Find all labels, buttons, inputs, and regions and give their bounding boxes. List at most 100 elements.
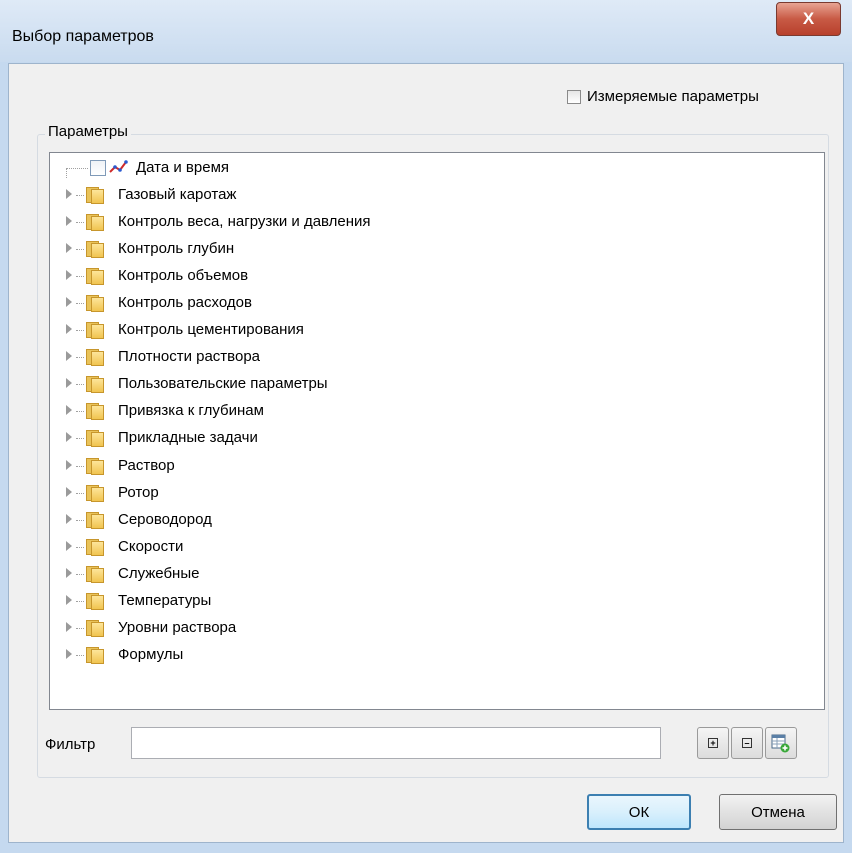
tree-folder-label: Скорости [118,537,184,555]
folder-icon [86,484,104,502]
expand-arrow-icon[interactable] [66,297,72,308]
date-time-checkbox[interactable] [90,160,106,176]
tree-folder-item[interactable]: Пользовательские параметры [50,373,650,395]
tree-folder-label: Температуры [118,591,212,609]
expand-arrow-icon[interactable] [66,243,72,254]
tree-folder-item[interactable]: Контроль веса, нагрузки и давления [50,211,650,233]
close-button[interactable]: X [776,2,841,36]
tree-folder-item[interactable]: Контроль глубин [50,238,650,260]
measured-params-option[interactable]: Измеряемые параметры [567,88,759,105]
tree-connector [76,627,84,629]
tree-folder-item[interactable]: Ротор [50,482,650,504]
cancel-button[interactable]: Отмена [719,794,837,830]
filter-label: Фильтр [45,736,96,753]
folder-icon [86,375,104,394]
expand-arrow-icon[interactable] [66,351,72,362]
tree-connector [66,168,88,169]
tree-folder-label: Газовый каротаж [118,186,237,203]
tree-folder-label: Сероводород [118,510,212,528]
tree-connector [76,384,84,386]
expand-arrow-icon[interactable] [66,189,72,199]
expand-arrow-icon[interactable] [66,432,72,443]
tree-connector [76,519,84,521]
tree-item-date-time[interactable]: Дата и время [50,157,650,179]
measured-params-checkbox[interactable] [567,89,581,104]
tree-connector [76,546,84,548]
folder-icon [86,619,104,637]
measured-params-label: Измеряемые параметры [587,88,759,105]
cancel-button-label: Отмена [751,803,805,821]
tree-folder-label: Контроль глубин [118,240,235,258]
tree-folder-label: Формулы [118,645,184,663]
close-icon: X [802,9,815,28]
tree-connector [76,438,84,440]
folder-icon [86,592,104,610]
tree-folder-item[interactable]: Прикладные задачи [50,427,650,449]
table-add-icon [771,734,790,753]
tree-connector [76,195,84,196]
tree-folder-item[interactable]: Плотности раствора [50,346,650,368]
tree-folder-item[interactable]: Раствор [50,455,650,477]
expand-arrow-icon[interactable] [66,378,72,389]
folder-icon [86,646,104,664]
tree-connector [76,222,84,224]
tree-connector [76,654,84,656]
dialog-client-area: Измеряемые параметры Параметры Дата и вр… [8,63,844,843]
tree-connector [76,330,84,332]
tree-connector [76,600,84,602]
add-table-button[interactable] [765,727,797,759]
tree-folder-item[interactable]: Контроль объемов [50,265,650,287]
tree-folder-item[interactable]: Служебные [50,563,650,585]
folder-icon [86,511,104,529]
tree-folder-label: Раствор [118,456,175,474]
dialog-window: Выбор параметров X Измеряемые параметры … [0,0,852,853]
folder-icon [86,348,104,367]
tree-folder-item[interactable]: Формулы [50,644,650,666]
tree-connector [76,465,84,467]
folder-icon [86,294,104,313]
expand-arrow-icon[interactable] [66,540,72,551]
filter-input[interactable] [131,727,661,759]
tree-connector [76,276,84,278]
tree-folder-label: Уровни раствора [118,618,237,636]
tree-folder-item[interactable]: Уровни раствора [50,617,650,639]
tree-connector [76,573,84,575]
tree-folder-item[interactable]: Скорости [50,536,650,558]
tree-folder-item[interactable]: Привязка к глубинам [50,400,650,422]
expand-arrow-icon[interactable] [66,513,72,524]
tree-folder-item[interactable]: Сероводород [50,509,650,531]
tree-folder-label: Пользовательские параметры [118,375,328,393]
folder-icon [86,240,104,259]
folder-icon [86,267,104,286]
tree-folder-label: Контроль веса, нагрузки и давления [118,213,371,231]
title-bar: Выбор параметров X [0,0,852,62]
chart-line-icon [109,160,128,173]
tree-folder-label: Ротор [118,483,159,501]
tree-folder-label: Контроль расходов [118,294,252,312]
expand-arrow-icon[interactable] [66,621,72,632]
expand-arrow-icon[interactable] [66,486,72,497]
tree-folder-item[interactable]: Контроль расходов [50,292,650,314]
tree-folder-item[interactable]: Газовый каротаж [50,184,650,206]
folder-icon [86,565,104,583]
tree-folder-item[interactable]: Контроль цементирования [50,319,650,341]
ok-button[interactable]: ОК [587,794,691,830]
expand-arrow-icon[interactable] [66,594,72,605]
folder-icon [86,457,104,475]
expand-arrow-icon[interactable] [66,270,72,281]
expand-arrow-icon[interactable] [66,648,72,659]
parameters-tree[interactable]: Дата и время Газовый каротаж Контроль вес… [49,152,825,710]
expand-arrow-icon[interactable] [66,567,72,578]
expand-arrow-icon[interactable] [66,459,72,470]
tree-connector [66,168,67,178]
tree-connector [76,492,84,494]
expand-arrow-icon[interactable] [66,324,72,335]
ok-button-label: ОК [628,803,650,821]
collapse-all-button[interactable]: – [731,727,763,759]
expand-all-button[interactable]: + [697,727,729,759]
expand-arrow-icon[interactable] [66,405,72,416]
expand-arrow-icon[interactable] [66,216,72,227]
minus-box-icon: – [742,738,752,748]
tree-connector [76,357,84,359]
tree-folder-item[interactable]: Температуры [50,590,650,612]
